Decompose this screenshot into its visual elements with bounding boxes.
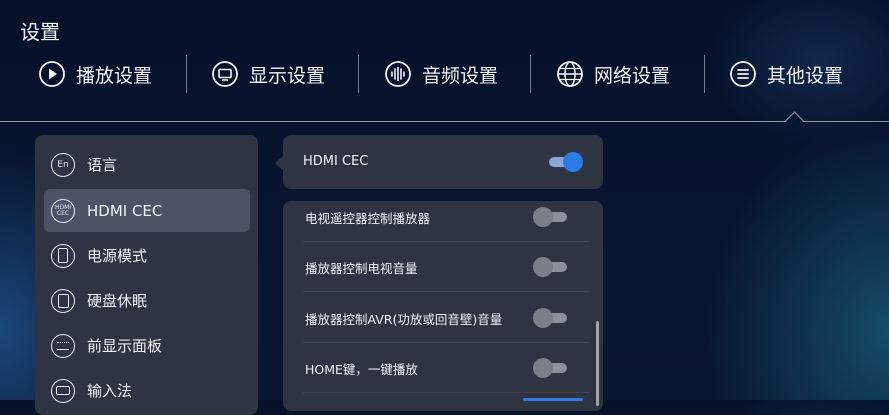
play-circle-icon (39, 61, 65, 87)
language-icon: En (51, 152, 75, 177)
sidebar-item-disk-sleep[interactable]: 硬盘休眠 (44, 279, 250, 322)
tv-remote-control-player-toggle[interactable] (533, 207, 569, 227)
list-item: 播放器控制AVR(功放或回音壁)音量 (283, 293, 603, 343)
front-panel-icon (51, 333, 75, 358)
sidebar-item-label: 硬盘休眠 (87, 292, 148, 310)
keyboard-icon (51, 378, 75, 403)
tab-divider (358, 55, 359, 93)
sidebar-item-label: 输入法 (87, 382, 133, 400)
page-title: 设置 (20, 20, 60, 44)
tab-audio-settings[interactable]: 音频设置 (384, 52, 498, 96)
option-label: 播放器控制电视音量 (305, 261, 418, 276)
tab-label: 播放设置 (76, 64, 153, 87)
tab-divider (530, 55, 531, 93)
hdmi-cec-icon: HDMI CEC (51, 198, 75, 223)
tab-label: 网络设置 (594, 64, 671, 87)
tab-network-settings[interactable]: 网络设置 (556, 52, 670, 96)
tab-divider (186, 55, 187, 93)
sidebar-item-hdmi-cec[interactable]: HDMI CEC HDMI CEC (44, 189, 250, 232)
tab-playback-settings[interactable]: 播放设置 (38, 52, 152, 96)
player-control-tv-volume-toggle[interactable] (533, 257, 569, 277)
tab-label: 音频设置 (422, 64, 499, 87)
sidebar-item-language[interactable]: En 语言 (44, 143, 250, 186)
hdmi-cec-toggle[interactable] (547, 152, 583, 172)
list-item: HOME键，一键播放 (283, 343, 603, 393)
display-icon (212, 61, 238, 87)
disk-sleep-icon (51, 288, 75, 313)
active-tab-indicator (785, 111, 804, 130)
sidebar-item-input-method[interactable]: 输入法 (44, 369, 250, 412)
globe-icon (557, 61, 583, 87)
audio-wave-icon (385, 61, 411, 87)
sidebar-item-label: HDMI CEC (87, 201, 163, 220)
list-item: 播放器控制电视音量 (283, 242, 603, 292)
sidebar: En 语言 HDMI CEC HDMI CEC 电源模式 硬盘休眠 前显示面板 输… (35, 135, 258, 415)
sidebar-item-label: 前显示面板 (87, 337, 163, 355)
tab-label: 其他设置 (767, 64, 844, 87)
tab-display-settings[interactable]: 显示设置 (211, 52, 325, 96)
sidebar-item-label: 电源模式 (87, 247, 148, 265)
home-key-one-touch-play-toggle[interactable] (533, 358, 569, 378)
hdmi-cec-panel: HDMI CEC (283, 135, 603, 189)
power-mode-icon (51, 243, 75, 268)
settings-tabs: 播放设置 显示设置 音频设置 网络设置 其他设置 (0, 52, 889, 96)
option-label: 电视遥控器控制播放器 (305, 211, 431, 226)
sidebar-item-front-panel[interactable]: 前显示面板 (44, 324, 250, 367)
tab-underline (0, 121, 889, 122)
option-label: HOME键，一键播放 (305, 362, 418, 377)
option-label: 播放器控制AVR(功放或回音壁)音量 (305, 312, 503, 327)
hdmi-cec-options: 电视遥控器控制播放器 播放器控制电视音量 播放器控制AVR(功放或回音壁)音量 … (283, 201, 603, 411)
player-control-avr-volume-toggle[interactable] (533, 308, 569, 328)
hdmi-cec-label: HDMI CEC (303, 154, 369, 169)
list-item: 电视遥控器控制播放器 (283, 201, 603, 242)
sidebar-item-label: 语言 (87, 156, 118, 174)
tab-other-settings[interactable]: 其他设置 (729, 52, 843, 96)
tab-divider (704, 55, 705, 93)
tab-label: 显示设置 (249, 64, 326, 87)
menu-circle-icon (730, 61, 756, 87)
scrollbar[interactable] (596, 321, 599, 406)
sidebar-item-power-mode[interactable]: 电源模式 (44, 234, 250, 277)
